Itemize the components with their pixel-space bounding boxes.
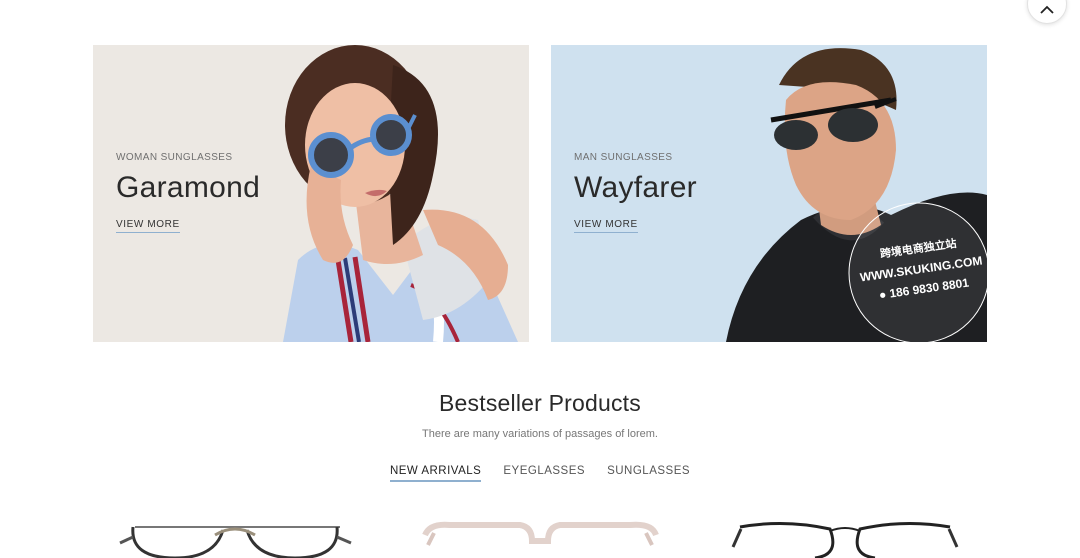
view-more-link[interactable]: VIEW MORE <box>116 219 180 233</box>
view-more-link[interactable]: VIEW MORE <box>574 219 638 233</box>
chevron-up-icon <box>1040 5 1054 14</box>
banner-title: Garamond <box>116 171 261 204</box>
tab-sunglasses[interactable]: SUNGLASSES <box>607 465 690 482</box>
banner-eyebrow: MAN SUNGLASSES <box>574 152 673 163</box>
product-card[interactable] <box>115 515 355 558</box>
section-title: Bestseller Products <box>439 390 641 416</box>
product-card[interactable] <box>725 515 965 558</box>
product-card[interactable] <box>420 515 660 558</box>
banner-man-sunglasses[interactable]: MAN SUNGLASSES Wayfarer VIEW MORE 跨境电商独立… <box>551 45 987 342</box>
tab-eyeglasses[interactable]: EYEGLASSES <box>503 465 585 482</box>
tab-new-arrivals[interactable]: NEW ARRIVALS <box>389 465 482 482</box>
product-tabs: NEW ARRIVALS EYEGLASSES SUNGLASSES <box>0 465 1080 482</box>
clear-frame-eyeglasses-image <box>422 521 659 546</box>
banner-eyebrow: WOMAN SUNGLASSES <box>116 152 233 163</box>
banner-title: Wayfarer <box>574 171 697 204</box>
aviator-eyeglasses-image <box>119 526 352 558</box>
section-subtitle: There are many variations of passages of… <box>421 428 658 440</box>
round-metal-eyeglasses-image <box>731 521 959 558</box>
scroll-to-top-button[interactable] <box>1027 0 1067 24</box>
banner-woman-sunglasses[interactable]: WOMAN SUNGLASSES Garamond VIEW MORE <box>93 45 529 342</box>
